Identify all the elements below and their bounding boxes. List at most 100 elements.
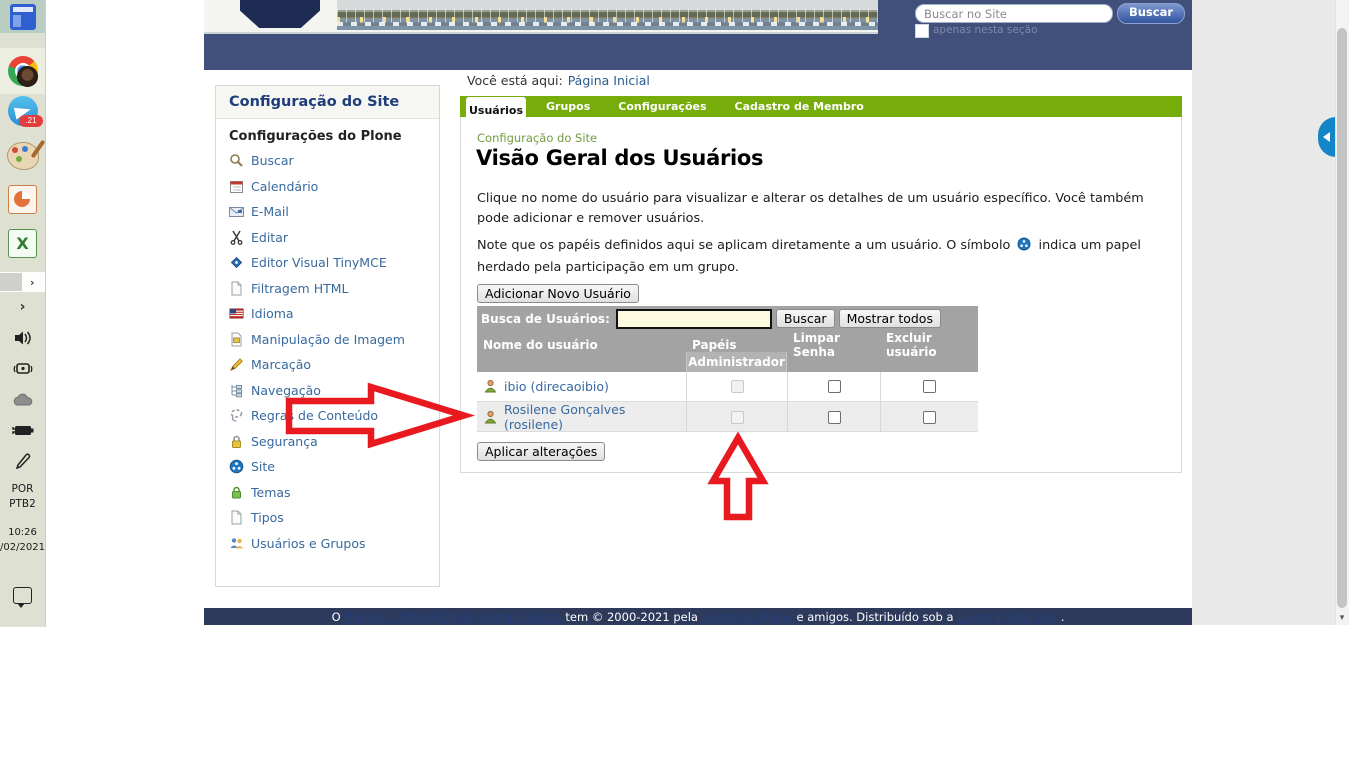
user-name-cell: Rosilene Gonçalves (rosilene) bbox=[477, 402, 686, 432]
chrome-profile-avatar bbox=[17, 66, 38, 87]
footer-license-link[interactable]: Licença GNU GPL bbox=[958, 610, 1057, 624]
intro-paragraph: Clique no nome do usuário para visualiza… bbox=[477, 189, 1177, 229]
reset-password-checkbox[interactable] bbox=[828, 380, 841, 393]
basket-icon bbox=[229, 485, 244, 500]
sidebar-item-navegacao: Navegação bbox=[229, 378, 433, 404]
calendar-icon bbox=[229, 179, 244, 194]
sidebar-item-filtragem-html: Filtragem HTML bbox=[229, 276, 433, 302]
taskbar-notification-center[interactable] bbox=[0, 580, 45, 610]
breadcrumb-label: Você está aqui: bbox=[467, 73, 563, 88]
footer-foundation-link[interactable]: Fundação Plone bbox=[702, 610, 793, 624]
footer-mid-text: e amigos. Distribuído sob a bbox=[796, 610, 953, 624]
excel-icon: X bbox=[8, 229, 37, 258]
banner-photo bbox=[337, 0, 878, 30]
only-this-section-label: apenas nesta seção bbox=[933, 24, 1038, 36]
site-footer: O Plone® - CMS/WCM de Código Aberto tem … bbox=[204, 608, 1192, 625]
admin-role-cell bbox=[686, 402, 787, 432]
screen: { "colors": { "accent_green": "#76ad0b",… bbox=[0, 0, 1366, 768]
sidebar-item-marcacao: Marcação bbox=[229, 352, 433, 378]
page-title: Visão Geral dos Usuários bbox=[476, 146, 763, 170]
tab-configuracoes[interactable]: Configurações bbox=[604, 100, 720, 113]
delete-user-checkbox[interactable] bbox=[923, 411, 936, 424]
taskbar-battery[interactable] bbox=[0, 418, 45, 442]
apply-changes-button[interactable]: Aplicar alterações bbox=[477, 442, 605, 461]
sidebar-item-seguranca: Segurança bbox=[229, 429, 433, 455]
reset-password-checkbox[interactable] bbox=[828, 411, 841, 424]
footer-prefix: O bbox=[332, 610, 341, 624]
side-panel-handle[interactable] bbox=[1318, 117, 1336, 157]
subheader-empty bbox=[880, 352, 978, 372]
lasso-icon bbox=[229, 408, 244, 423]
admin-role-checkbox[interactable] bbox=[731, 380, 744, 393]
note-paragraph: Note que os papéis definidos aqui se apl… bbox=[477, 236, 1177, 278]
scrollbar-thumb[interactable] bbox=[1337, 28, 1347, 608]
user-icon bbox=[483, 410, 498, 425]
user-link[interactable]: Rosilene Gonçalves (rosilene) bbox=[504, 402, 686, 432]
taskbar-camera[interactable] bbox=[0, 356, 45, 382]
diamond-icon bbox=[229, 255, 244, 270]
camera-icon bbox=[13, 360, 33, 378]
tab-usuarios[interactable]: Usuários bbox=[466, 97, 526, 123]
user-link[interactable]: ibio (direcaoibio) bbox=[504, 379, 609, 394]
users-table: Busca de Usuários: Buscar Mostrar todos … bbox=[477, 306, 978, 432]
sidebar-item-usuarios-grupos: Usuários e Grupos bbox=[229, 531, 433, 557]
paint-palette-icon bbox=[7, 142, 39, 170]
sidebar-item-idioma: Idioma bbox=[229, 301, 433, 327]
taskbar-app-calculator[interactable] bbox=[0, 0, 45, 33]
sidebar-item-tinymce: Editor Visual TinyMCE bbox=[229, 250, 433, 276]
portlet-title: Configuração do Site bbox=[216, 86, 439, 119]
breadcrumb-home-link[interactable]: Página Inicial bbox=[568, 73, 650, 88]
user-icon bbox=[483, 379, 498, 394]
battery-plugged-icon bbox=[11, 423, 35, 437]
only-this-section-checkbox[interactable] bbox=[915, 24, 929, 38]
sidebar-item-calendario: Calendário bbox=[229, 174, 433, 200]
tab-grupos[interactable]: Grupos bbox=[532, 100, 604, 113]
sidebar-item-temas: Temas bbox=[229, 480, 433, 506]
add-user-button[interactable]: Adicionar Novo Usuário bbox=[477, 284, 639, 303]
site-logo[interactable] bbox=[240, 0, 320, 28]
reset-password-cell bbox=[787, 402, 880, 432]
speaker-icon bbox=[13, 330, 33, 346]
taskbar-app-chrome[interactable] bbox=[0, 48, 45, 94]
pen-icon bbox=[14, 451, 32, 469]
tab-cadastro-membro[interactable]: Cadastro de Membro bbox=[721, 100, 878, 113]
language-line1: POR bbox=[0, 482, 45, 497]
envelope-icon bbox=[229, 204, 244, 219]
taskbar-language-indicator[interactable]: POR PTB2 bbox=[0, 482, 45, 512]
note-text-before: Note que os papéis definidos aqui se apl… bbox=[477, 238, 1010, 253]
admin-role-cell bbox=[686, 372, 787, 401]
sidebar-item-manipulacao-imagem: Manipulação de Imagem bbox=[229, 327, 433, 353]
taskbar-volume[interactable] bbox=[0, 326, 45, 350]
admin-role-checkbox[interactable] bbox=[731, 411, 744, 424]
taskbar-onedrive[interactable] bbox=[0, 388, 45, 412]
footer-plone-link[interactable]: Plone® - CMS/WCM de Código Aberto bbox=[345, 610, 562, 624]
table-row: ibio (direcaoibio) bbox=[477, 372, 978, 402]
browser-gutter: ▾ bbox=[1192, 0, 1349, 625]
taskbar-app-powerpoint[interactable] bbox=[0, 182, 45, 216]
site-search-button[interactable]: Buscar bbox=[1117, 3, 1185, 24]
document-icon bbox=[229, 281, 244, 296]
site-banner bbox=[204, 0, 878, 34]
delete-user-checkbox[interactable] bbox=[923, 380, 936, 393]
footer-copyright: tem © 2000-2021 pela bbox=[565, 610, 698, 624]
pencil-icon bbox=[229, 357, 244, 372]
clock-date: /02/2021 bbox=[0, 540, 45, 555]
taskbar-pen[interactable] bbox=[0, 448, 45, 472]
calculator-icon bbox=[10, 4, 36, 30]
user-search-input[interactable] bbox=[616, 309, 772, 329]
flag-icon bbox=[229, 306, 244, 321]
taskbar-peek-strip[interactable]: › bbox=[0, 272, 45, 292]
show-all-button[interactable]: Mostrar todos bbox=[839, 309, 941, 328]
reset-password-cell bbox=[787, 372, 880, 401]
section-up-link[interactable]: Configuração do Site bbox=[477, 131, 597, 145]
site-search-input[interactable] bbox=[915, 4, 1113, 23]
taskbar-app-paint[interactable] bbox=[0, 138, 45, 174]
search-icon bbox=[229, 153, 244, 168]
user-search-button[interactable]: Buscar bbox=[776, 309, 835, 328]
taskbar-app-excel[interactable]: X bbox=[0, 226, 45, 260]
scissors-icon bbox=[229, 230, 244, 245]
taskbar-clock[interactable]: 10:26 /02/2021 bbox=[0, 525, 45, 555]
scrollbar-down-arrow[interactable]: ▾ bbox=[1335, 610, 1349, 625]
sidebar-item-editar: Editar bbox=[229, 225, 433, 251]
taskbar-show-hidden-icons[interactable]: › bbox=[0, 296, 45, 318]
